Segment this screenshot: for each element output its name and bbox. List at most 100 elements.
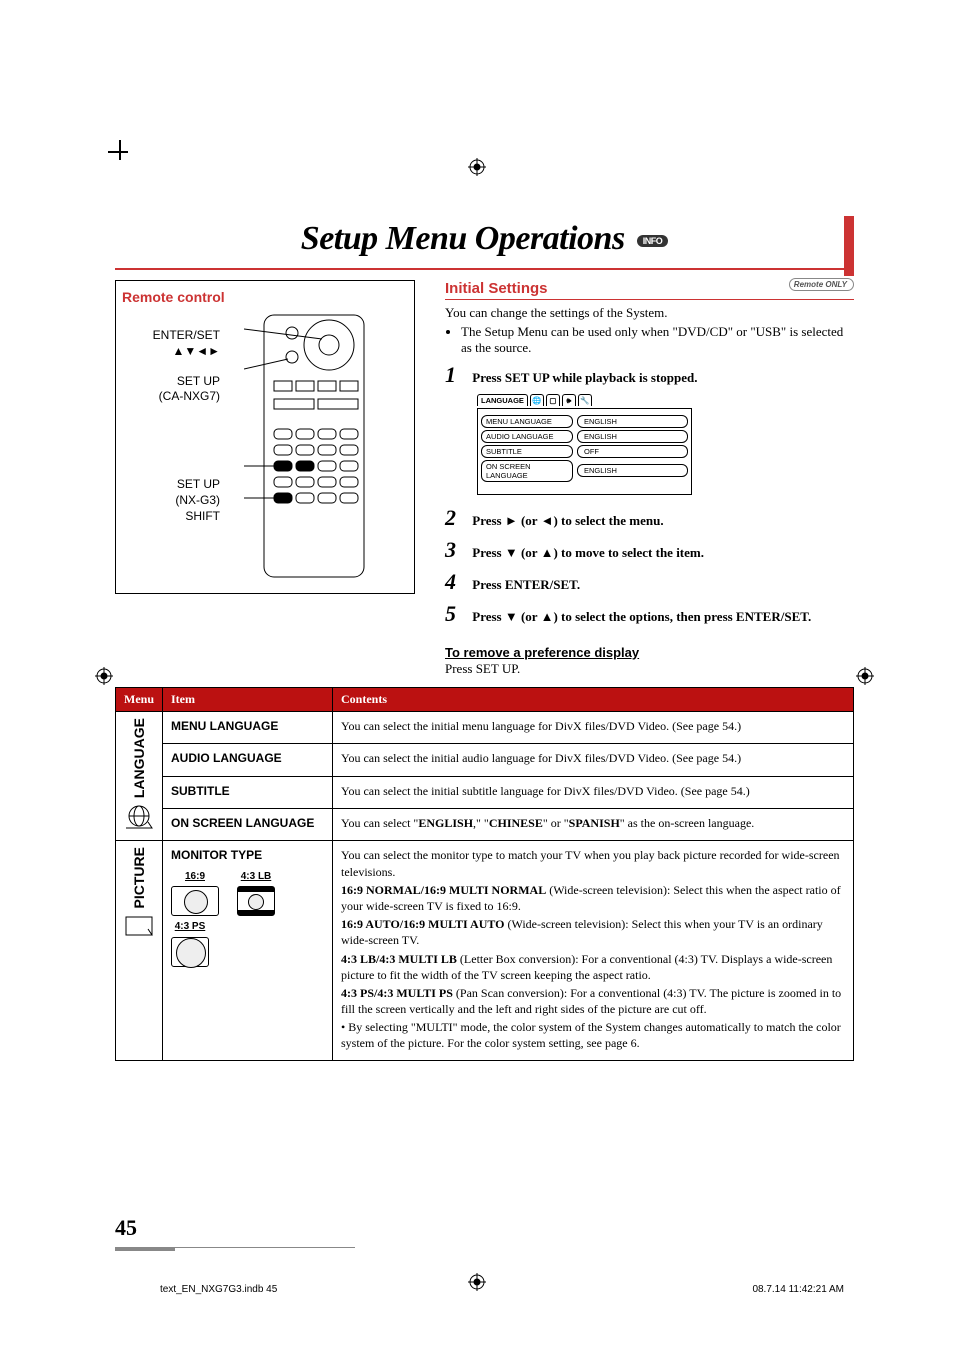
tv-icon-43ps <box>171 937 209 967</box>
remove-heading: To remove a preference display <box>445 645 854 660</box>
remote-box-title: Remote control <box>122 289 408 305</box>
settings-table: Menu Item Contents LANGUAGE MENU LANGUAG… <box>115 687 854 1061</box>
step-3-num: 3 <box>445 537 463 563</box>
th-item: Item <box>163 688 333 712</box>
page-title-text: Setup Menu Operations <box>301 220 625 257</box>
initial-bullet-list: The Setup Menu can be used only when "DV… <box>445 324 854 356</box>
osl-mid1: ," " <box>473 816 489 830</box>
item-monitor-type-label: MONITOR TYPE <box>171 848 262 862</box>
step-2-num: 2 <box>445 505 463 531</box>
initial-intro: You can change the settings of the Syste… <box>445 304 854 322</box>
step-5: 5 Press ▼ (or ▲) to select the options, … <box>445 601 854 627</box>
step-3: 3 Press ▼ (or ▲) to move to select the i… <box>445 537 854 563</box>
remote-illustration <box>220 311 408 581</box>
content-subtitle: You can select the initial subtitle lang… <box>333 776 854 808</box>
remote-only-badge: Remote ONLY <box>789 278 854 291</box>
content-menu-language: You can select the initial menu language… <box>333 712 854 744</box>
label-setup1: SET UP <box>122 375 220 389</box>
screen-tab-picture-icon: ▢ <box>546 394 560 406</box>
screen-val: ENGLISH <box>577 430 688 443</box>
step-1-num: 1 <box>445 362 463 388</box>
screen-key: ON SCREEN LANGUAGE <box>481 460 573 482</box>
item-monitor-type: MONITOR TYPE 16:9 4:3 LB <box>163 841 333 1060</box>
step-4-num: 4 <box>445 569 463 595</box>
side-picture-label: PICTURE <box>130 847 149 908</box>
registration-mark-top <box>468 158 486 176</box>
tv-icon-169 <box>171 886 219 916</box>
initial-bullet: The Setup Menu can be used only when "DV… <box>461 324 854 356</box>
remote-labels: ENTER/SET ▲▼◄► SET UP (CA-NXG7) SET UP (… <box>122 311 220 581</box>
screen-tab-tool-icon: 🔧 <box>578 394 592 406</box>
screen-row: ON SCREEN LANGUAGE ENGLISH <box>481 460 688 482</box>
table-row: AUDIO LANGUAGE You can select the initia… <box>116 744 854 776</box>
label-enter-set: ENTER/SET <box>122 329 220 343</box>
side-picture: PICTURE <box>116 841 163 1060</box>
footer: text_EN_NXG7G3.indb 45 08.7.14 11:42:21 … <box>160 1284 844 1295</box>
step-5-num: 5 <box>445 601 463 627</box>
label-setup2-sub: (NX-G3) <box>122 494 220 508</box>
step-4: 4 Press ENTER/SET. <box>445 569 854 595</box>
info-badge: INFO <box>637 235 669 247</box>
label-shift: SHIFT <box>122 510 220 524</box>
osl-chinese: CHINESE <box>489 816 543 830</box>
side-language: LANGUAGE <box>116 712 163 841</box>
osl-post: " as the on-screen language. <box>620 816 755 830</box>
remove-text: Press SET UP. <box>445 660 854 678</box>
initial-heading-text: Initial Settings <box>445 280 548 297</box>
label-arrows: ▲▼◄► <box>122 345 220 359</box>
item-subtitle: SUBTITLE <box>163 776 333 808</box>
crop-mark-tl <box>108 140 138 170</box>
th-menu: Menu <box>116 688 163 712</box>
footer-right: 08.7.14 11:42:21 AM <box>752 1284 844 1295</box>
table-row: PICTURE MONITOR TYPE 16:9 4:3 LB <box>116 841 854 1060</box>
title-red-block <box>844 216 854 276</box>
item-menu-language: MENU LANGUAGE <box>163 712 333 744</box>
registration-mark-right <box>856 667 874 685</box>
side-language-label: LANGUAGE <box>130 718 149 798</box>
content-audio-language: You can select the initial audio languag… <box>333 744 854 776</box>
table-row: LANGUAGE MENU LANGUAGE You can select th… <box>116 712 854 744</box>
screen-row: SUBTITLE OFF <box>481 445 688 458</box>
table-row: SUBTITLE You can select the initial subt… <box>116 776 854 808</box>
item-audio-language: AUDIO LANGUAGE <box>163 744 333 776</box>
globe-icon <box>124 804 154 830</box>
screen-val: OFF <box>577 445 688 458</box>
label-setup1-sub: (CA-NXG7) <box>122 390 220 404</box>
osl-mid2: " or " <box>543 816 569 830</box>
mi-43ps: 4:3 PS <box>171 920 209 967</box>
screen-val: ENGLISH <box>577 415 688 428</box>
th-contents: Contents <box>333 688 854 712</box>
remote-control-box: Remote control ENTER/SET ▲▼◄► SET UP (CA… <box>115 280 415 594</box>
osl-pre: You can select " <box>341 816 418 830</box>
content-onscreen-language: You can select "ENGLISH," "CHINESE" or "… <box>333 809 854 841</box>
screen-tab-speaker-icon: 🕪 <box>562 394 576 406</box>
step-3-text: Press ▼ (or ▲) to move to select the ite… <box>472 545 704 560</box>
step-5-text: Press ▼ (or ▲) to select the options, th… <box>472 609 811 624</box>
mi-169-label: 16:9 <box>185 871 205 882</box>
title-underline <box>115 268 854 270</box>
item-onscreen-language: ON SCREEN LANGUAGE <box>163 809 333 841</box>
step-2-text: Press ► (or ◄) to select the menu. <box>472 513 663 528</box>
picture-icon <box>124 915 154 937</box>
mi-43lb-label: 4:3 LB <box>241 871 272 882</box>
label-setup2: SET UP <box>122 478 220 492</box>
content-monitor-type: You can select the monitor type to match… <box>333 841 854 1060</box>
screen-key: MENU LANGUAGE <box>481 415 573 428</box>
step-4-text: Press ENTER/SET. <box>472 577 580 592</box>
title-wrap: Setup Menu Operations INFO <box>115 220 854 270</box>
screen-key: SUBTITLE <box>481 445 573 458</box>
page-title: Setup Menu Operations INFO <box>115 220 854 258</box>
setup-screen-preview: LANGUAGE 🌐 ▢ 🕪 🔧 MENU LANGUAGEENGLISH AU… <box>477 394 692 495</box>
screen-key: AUDIO LANGUAGE <box>481 430 573 443</box>
mi-43lb: 4:3 LB <box>237 870 275 917</box>
step-1-text: Press SET UP while playback is stopped. <box>472 370 697 385</box>
screen-tab-globe-icon: 🌐 <box>530 394 544 406</box>
step-2: 2 Press ► (or ◄) to select the menu. <box>445 505 854 531</box>
table-row: ON SCREEN LANGUAGE You can select "ENGLI… <box>116 809 854 841</box>
mi-43ps-label: 4:3 PS <box>175 921 206 932</box>
screen-val: ENGLISH <box>577 464 688 477</box>
footer-left: text_EN_NXG7G3.indb 45 <box>160 1284 277 1295</box>
page-number-bar <box>115 1247 355 1251</box>
mi-169: 16:9 <box>171 870 219 917</box>
tv-icon-43lb <box>237 886 275 916</box>
